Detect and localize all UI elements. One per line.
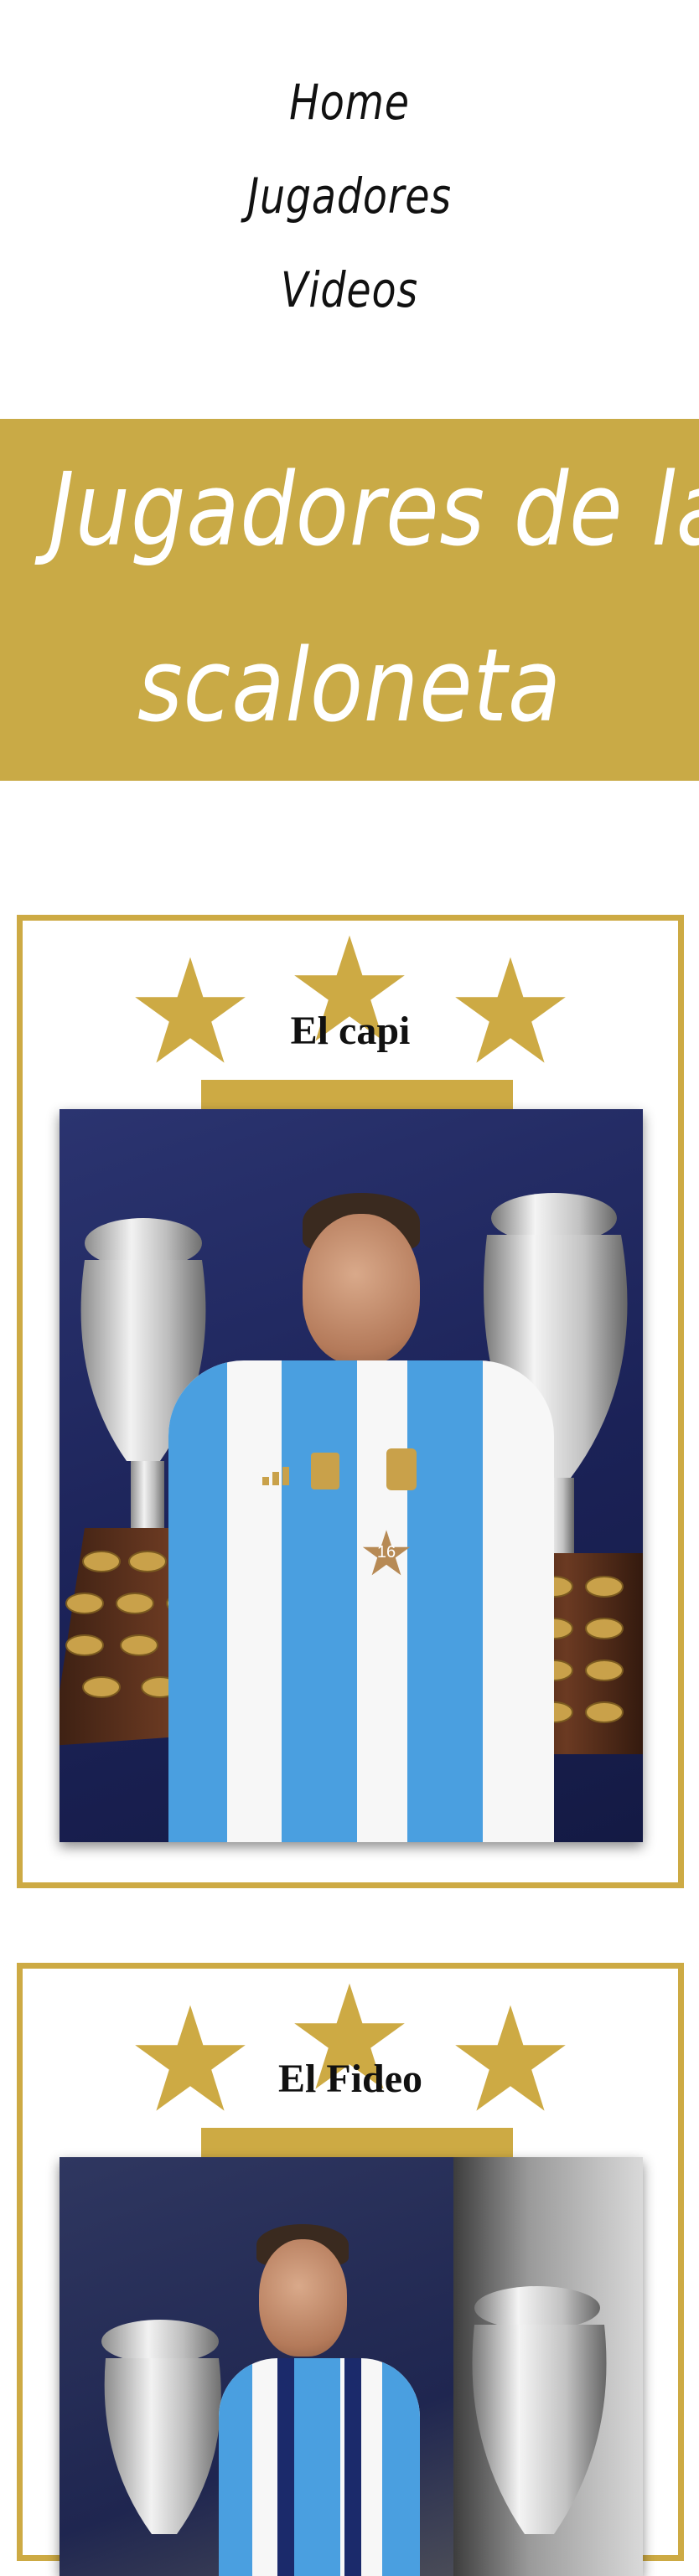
trophy-icon: [101, 2320, 221, 2534]
banner-title-line-1: Jugadores de la: [49, 452, 699, 569]
medal-ribbon: [344, 2358, 361, 2576]
adidas-logo-icon: [261, 1465, 294, 1485]
player-card: El Fideo: [17, 1963, 684, 2576]
gold-bar: [201, 1080, 513, 1113]
player-face: [259, 2239, 347, 2357]
badge-icon: [311, 1453, 339, 1489]
top-nav: Home Jugadores Videos: [0, 0, 699, 419]
player-card: El capi 16: [17, 915, 684, 1888]
banner-title-line-2: scaloneta: [137, 628, 562, 745]
jersey-number: 16: [376, 1543, 396, 1562]
player-face: [303, 1214, 420, 1365]
player-photo: 16: [60, 1109, 643, 1842]
player-nickname: El Fideo: [277, 2057, 422, 2101]
player-jersey: 16: [168, 1360, 554, 1842]
player-jersey: [219, 2358, 420, 2576]
crest-icon: [386, 1448, 417, 1490]
gold-bar: [201, 2128, 513, 2161]
nav-link-home[interactable]: Home: [63, 74, 636, 131]
hero-banner: Jugadores de la scaloneta: [0, 419, 699, 781]
player-photo: [60, 2157, 643, 2576]
medal-ribbon: [277, 2358, 294, 2576]
player-nickname: El capi: [290, 1009, 411, 1053]
nav-link-videos[interactable]: Videos: [63, 261, 636, 318]
trophy-icon: [472, 2286, 607, 2534]
nav-link-players[interactable]: Jugadores: [63, 168, 636, 225]
